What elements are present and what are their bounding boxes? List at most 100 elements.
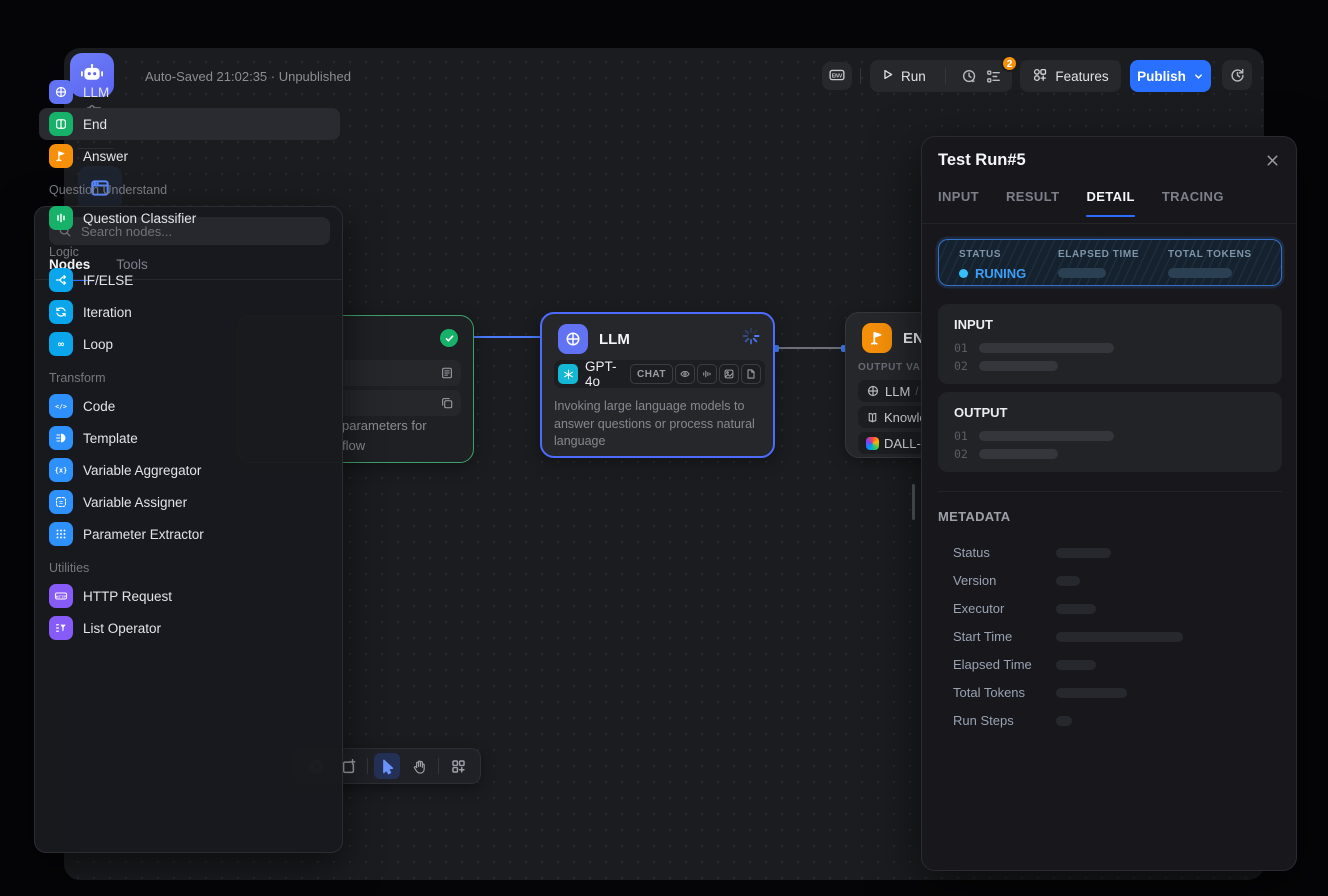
- node-type-item-iteration[interactable]: Iteration: [39, 296, 340, 328]
- node-type-item-loop[interactable]: ∞Loop: [39, 328, 340, 360]
- node-type-item-code[interactable]: </> Code: [39, 390, 340, 422]
- node-type-label: End: [83, 117, 107, 132]
- panel-resize-handle[interactable]: [912, 484, 915, 520]
- node-type-item-variable-aggregator[interactable]: {x} Variable Aggregator: [39, 454, 340, 486]
- node-type-label: Variable Assigner: [83, 495, 187, 510]
- play-icon: [880, 67, 895, 85]
- node-type-item-template[interactable]: Template: [39, 422, 340, 454]
- metadata-label: Total Tokens: [953, 685, 1025, 700]
- run-tab-detail[interactable]: DETAIL: [1086, 189, 1134, 217]
- node-group-title: Logic: [49, 245, 79, 259]
- output-card: OUTPUT 0102: [938, 392, 1282, 472]
- node-type-label: Variable Aggregator: [83, 463, 201, 478]
- status-label: STATUS: [959, 249, 1026, 260]
- status-value: RUNING: [959, 266, 1026, 281]
- run-tab-input[interactable]: INPUT: [938, 189, 979, 217]
- start-node-description: parameters for flow: [342, 416, 427, 456]
- node-type-label: IF/ELSE: [83, 273, 133, 288]
- node-type-item-llm[interactable]: LLM: [39, 76, 340, 108]
- question-classifier-icon: [49, 206, 73, 230]
- document-badge-icon: [741, 364, 761, 384]
- run-tab-tracing[interactable]: TRACING: [1162, 189, 1224, 217]
- edge-llm-to-end: [775, 347, 845, 349]
- pointer-mode-icon[interactable]: [374, 753, 400, 779]
- node-type-label: Answer: [83, 149, 128, 164]
- value-skeleton: [979, 431, 1114, 441]
- metadata-value-skeleton: [1056, 688, 1127, 698]
- node-type-label: Loop: [83, 337, 113, 352]
- parameter-extractor-icon: [49, 522, 73, 546]
- line-number: 02: [954, 359, 968, 373]
- http-request-icon: HTTP: [49, 584, 73, 608]
- features-button-label: Features: [1055, 69, 1108, 84]
- end-icon: [49, 112, 73, 136]
- node-type-item-http-request[interactable]: HTTP HTTP Request: [39, 580, 340, 612]
- input-card-title: INPUT: [954, 317, 993, 332]
- metadata-label: Version: [953, 573, 996, 588]
- node-type-label: HTTP Request: [83, 589, 172, 604]
- checklist-icon[interactable]: [985, 63, 1002, 89]
- metadata-value-skeleton: [1056, 632, 1183, 642]
- output-variable-name: LLM: [885, 384, 910, 399]
- run-history-icon[interactable]: [960, 63, 977, 89]
- node-type-item-variable-assigner[interactable]: = Variable Assigner: [39, 486, 340, 518]
- node-group-title: Transform: [49, 371, 106, 385]
- publish-button[interactable]: Publish: [1130, 60, 1211, 92]
- answer-icon: [49, 144, 73, 168]
- toolbar-divider: [860, 68, 861, 84]
- toolbar-divider: [367, 758, 368, 774]
- elapsed-time-skeleton: [1058, 268, 1106, 278]
- svg-text:ENV: ENV: [832, 73, 843, 79]
- output-card-title: OUTPUT: [954, 405, 1007, 420]
- svg-text:</>: </>: [55, 402, 67, 410]
- svg-text:HTTP: HTTP: [56, 595, 67, 599]
- node-type-item-end[interactable]: End: [39, 108, 340, 140]
- llm-icon: [49, 80, 73, 104]
- close-icon[interactable]: [1265, 153, 1280, 173]
- running-spinner-icon: [742, 327, 760, 350]
- svg-text:=: =: [59, 499, 63, 506]
- code-icon: </>: [49, 394, 73, 418]
- node-type-item-question-classifier[interactable]: Question Classifier: [39, 202, 340, 234]
- model-capability-badges: CHAT: [630, 364, 761, 384]
- node-type-label: Template: [83, 431, 138, 446]
- organize-nodes-icon[interactable]: [445, 753, 471, 779]
- section-divider: [938, 491, 1282, 492]
- metadata-value-skeleton: [1056, 604, 1096, 614]
- total-tokens-skeleton: [1168, 268, 1232, 278]
- skeleton-row: 01: [954, 429, 1114, 443]
- llm-node[interactable]: LLM GPT-4o CHAT Invoking large language …: [540, 312, 775, 458]
- env-variables-button[interactable]: ENV: [822, 62, 852, 90]
- run-panel-tabs: INPUT RESULT DETAIL TRACING: [938, 189, 1224, 217]
- node-type-item-answer[interactable]: Answer: [39, 140, 340, 172]
- node-type-label: Iteration: [83, 305, 132, 320]
- node-type-item-parameter-extractor[interactable]: Parameter Extractor: [39, 518, 340, 550]
- metadata-title: METADATA: [938, 509, 1010, 524]
- node-type-label: Parameter Extractor: [83, 527, 204, 542]
- restore-history-icon: [1229, 67, 1246, 84]
- model-selector[interactable]: GPT-4o CHAT: [554, 360, 765, 388]
- node-type-item-if-else[interactable]: IF/ELSE: [39, 264, 340, 296]
- metadata-value-skeleton: [1056, 576, 1080, 586]
- hand-mode-icon[interactable]: [406, 753, 432, 779]
- node-group-title: Utilities: [49, 561, 89, 575]
- node-type-label: List Operator: [83, 621, 161, 636]
- variable-aggregator-icon: {x}: [49, 458, 73, 482]
- version-history-button[interactable]: [1222, 60, 1252, 90]
- metadata-label: Executor: [953, 601, 1004, 616]
- run-button[interactable]: Run: [880, 67, 926, 85]
- publish-button-label: Publish: [1137, 69, 1186, 84]
- node-type-item-list-operator[interactable]: List Operator: [39, 612, 340, 644]
- toolbar-divider: [438, 758, 439, 774]
- metadata-label: Elapsed Time: [953, 657, 1032, 672]
- node-group-title: Question Understand: [49, 183, 167, 197]
- svg-text:{x}: {x}: [55, 467, 68, 475]
- template-icon: [49, 426, 73, 450]
- run-panel-title: Test Run#5: [938, 151, 1026, 170]
- variable-assigner-icon: =: [49, 490, 73, 514]
- run-button-label: Run: [901, 69, 926, 84]
- line-number: 01: [954, 341, 968, 355]
- features-button[interactable]: Features: [1020, 60, 1121, 92]
- node-type-label: Code: [83, 399, 115, 414]
- run-tab-result[interactable]: RESULT: [1006, 189, 1059, 217]
